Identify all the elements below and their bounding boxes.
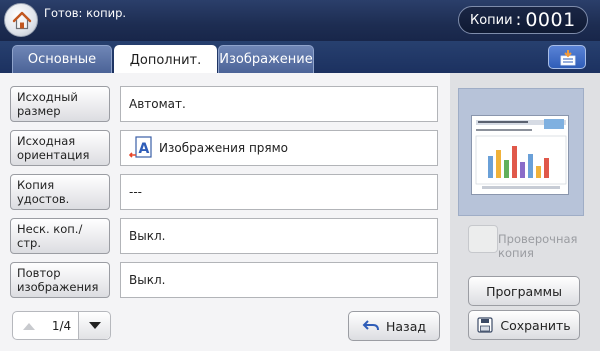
page-indicator: 1/4 bbox=[51, 318, 72, 333]
preview-thumbnail bbox=[471, 115, 569, 195]
option-row: Исходный размер Автомат. bbox=[10, 86, 440, 122]
panel-settings-button[interactable] bbox=[548, 45, 586, 69]
preview-frame bbox=[458, 88, 584, 216]
original-size-value[interactable]: Автомат. bbox=[120, 86, 438, 122]
copies-label: Копии bbox=[470, 12, 513, 28]
original-orientation-text: Изображения прямо bbox=[159, 141, 289, 155]
original-orientation-button[interactable]: Исходная ориентация bbox=[10, 130, 110, 166]
back-button[interactable]: Назад bbox=[348, 311, 440, 341]
status-header: Готов: копир. Копии : 0001 bbox=[0, 0, 600, 41]
svg-text:A: A bbox=[139, 141, 150, 157]
programs-button[interactable]: Программы bbox=[468, 276, 580, 306]
option-row: Неск. коп./стр. Выкл. bbox=[10, 218, 440, 254]
copies-value: 0001 bbox=[525, 9, 576, 31]
tabs-bar: Основные Дополнит. Изображение bbox=[0, 41, 600, 74]
tab-image[interactable]: Изображение bbox=[218, 45, 314, 73]
floppy-disk-icon bbox=[477, 317, 493, 333]
n-up-button[interactable]: Неск. коп./стр. bbox=[10, 218, 110, 254]
id-copy-value[interactable]: --- bbox=[120, 174, 438, 210]
proof-copy-checkbox[interactable] bbox=[468, 225, 498, 253]
image-repeat-value[interactable]: Выкл. bbox=[120, 262, 438, 298]
undo-icon bbox=[362, 320, 379, 331]
page-up-button[interactable] bbox=[13, 312, 45, 339]
original-orientation-value[interactable]: A Изображения прямо bbox=[120, 130, 438, 166]
tab-basic[interactable]: Основные bbox=[12, 45, 112, 73]
orientation-portrait-icon: A bbox=[128, 136, 153, 160]
id-copy-button[interactable]: Копия удостов. bbox=[10, 174, 110, 210]
proof-copy-toggle[interactable]: Проверочная копия bbox=[468, 225, 593, 261]
page-down-button[interactable] bbox=[78, 312, 111, 339]
main-panel: Исходный размер Автомат. Исходная ориент… bbox=[0, 73, 450, 351]
status-text: Готов: копир. bbox=[44, 6, 127, 20]
copies-counter[interactable]: Копии : 0001 bbox=[458, 6, 588, 34]
image-repeat-button[interactable]: Повтор изображения bbox=[10, 262, 110, 298]
arrow-down-icon bbox=[88, 321, 101, 329]
arrow-up-icon bbox=[22, 322, 35, 330]
home-button[interactable] bbox=[4, 3, 38, 37]
tab-advanced[interactable]: Дополнит. bbox=[114, 45, 217, 74]
n-up-value[interactable]: Выкл. bbox=[120, 218, 438, 254]
proof-copy-label: Проверочная копия bbox=[498, 232, 578, 260]
option-row: Исходная ориентация A Изображения прямо bbox=[10, 130, 440, 166]
save-label: Сохранить bbox=[500, 317, 571, 333]
save-button[interactable]: Сохранить bbox=[468, 310, 580, 340]
home-icon bbox=[12, 11, 32, 30]
pager: 1/4 bbox=[12, 311, 111, 340]
back-label: Назад bbox=[385, 318, 426, 334]
option-row: Повтор изображения Выкл. bbox=[10, 262, 440, 298]
original-size-button[interactable]: Исходный размер bbox=[10, 86, 110, 122]
option-row: Копия удостов. --- bbox=[10, 174, 440, 210]
copies-colon: : bbox=[515, 10, 522, 30]
panel-settings-icon bbox=[560, 50, 576, 66]
